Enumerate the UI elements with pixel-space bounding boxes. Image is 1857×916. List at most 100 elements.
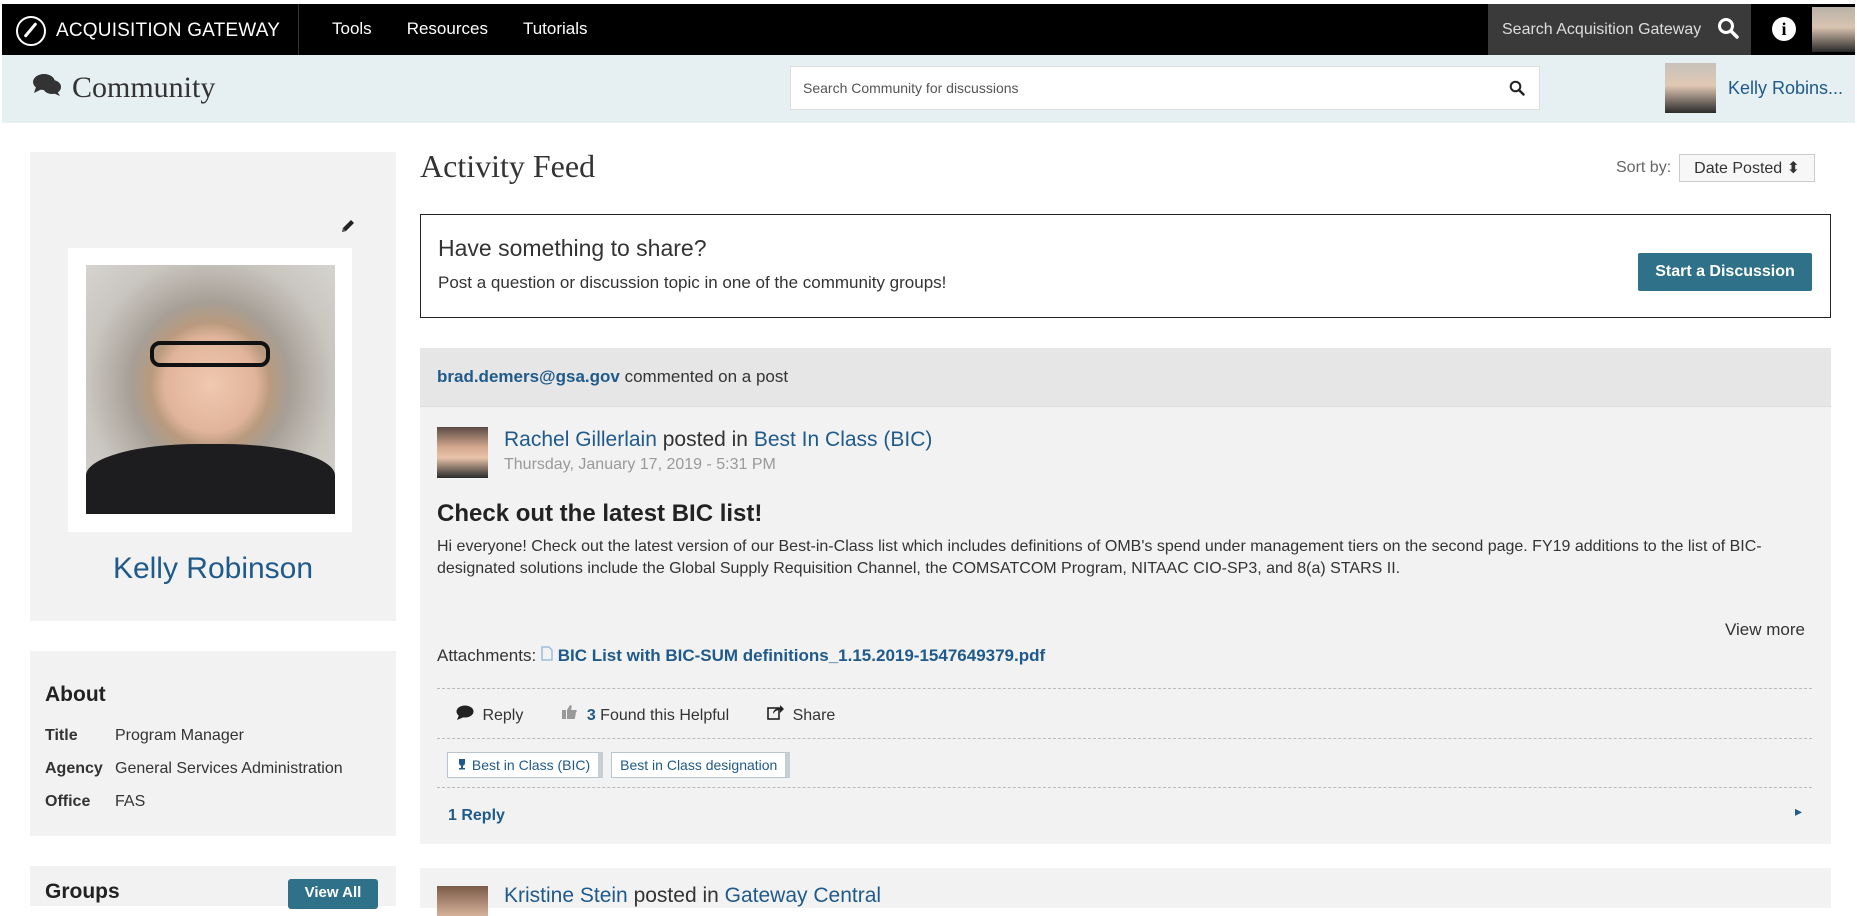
about-value: Program Manager	[115, 727, 244, 744]
tag-label: Best in Class (BIC)	[471, 757, 591, 773]
activity-feed-title: Activity Feed	[420, 148, 596, 184]
author-link[interactable]: Rachel Gillerlain	[504, 428, 657, 451]
tag-label: Best in Class designation	[620, 757, 778, 773]
view-all-groups-button[interactable]: View All	[288, 879, 378, 909]
reply-label: Reply	[482, 706, 524, 724]
group-link[interactable]: Best In Class (BIC)	[754, 428, 933, 451]
nav-tutorials[interactable]: Tutorials	[523, 19, 588, 39]
post-activity-header: brad.demers@gsa.gov commented on a post	[420, 348, 1831, 407]
about-value: General Services Administration	[115, 760, 343, 777]
reply-button[interactable]: Reply	[456, 705, 523, 725]
avatar[interactable]	[1812, 7, 1855, 52]
share-heading: Have something to share?	[438, 235, 707, 261]
avatar	[1665, 63, 1716, 113]
attachments-label: Attachments:	[437, 646, 537, 665]
post-author-line: Kristine Stein posted in Gateway Central	[504, 884, 881, 908]
about-row-office: Office FAS	[45, 793, 145, 811]
activity-user-link[interactable]: brad.demers@gsa.gov	[437, 367, 620, 386]
view-more-link[interactable]: View more	[1725, 620, 1805, 640]
tag-chip[interactable]: Best in Class (BIC)	[447, 752, 604, 778]
sort-control: Sort by: Date Posted ⬍	[1616, 154, 1816, 182]
avatar[interactable]	[437, 886, 488, 916]
about-row-agency: Agency General Services Administration	[45, 760, 343, 778]
helpful-count: 3	[586, 707, 596, 724]
attachments: Attachments: BIC List with BIC-SUM defin…	[437, 646, 1045, 666]
helpful-button[interactable]: 3 Found this Helpful	[561, 704, 729, 725]
divider	[437, 787, 1812, 788]
page-title: Community	[32, 71, 215, 105]
photo-detail	[150, 341, 270, 367]
main-nav: Tools Resources Tutorials	[332, 19, 588, 39]
search-icon[interactable]	[1509, 80, 1525, 99]
share-box: Have something to share? Post a question…	[420, 214, 1831, 318]
info-icon[interactable]: i	[1772, 17, 1796, 41]
tag-chip[interactable]: Best in Class designation	[611, 752, 791, 778]
profile-card: Kelly Robinson	[30, 152, 396, 621]
user-name: Kelly Robins...	[1728, 77, 1844, 98]
share-label: Share	[792, 707, 836, 724]
group-link[interactable]: Gateway Central	[725, 884, 881, 907]
comment-icon	[456, 705, 478, 724]
community-search-placeholder: Search Community for discussions	[803, 80, 1019, 96]
about-value: FAS	[115, 793, 146, 810]
brand-logo-link[interactable]: ACQUISITION GATEWAY	[16, 16, 280, 46]
divider	[437, 688, 1812, 689]
post-tags: Best in Class (BIC) Best in Class design…	[447, 752, 791, 778]
avatar[interactable]	[437, 427, 488, 478]
sort-select[interactable]: Date Posted ⬍	[1679, 154, 1816, 182]
groups-heading: Groups	[45, 880, 120, 903]
post-author-line: Rachel Gillerlain posted in Best In Clas…	[504, 428, 932, 452]
caret-right-icon[interactable]: ▸	[1795, 803, 1802, 820]
groups-card: Groups View All	[30, 866, 396, 909]
post-date: Thursday, January 17, 2019 - 5:31 PM	[504, 456, 776, 473]
feed-post: brad.demers@gsa.gov commented on a post …	[420, 348, 1831, 844]
sort-value: Date Posted	[1694, 160, 1783, 177]
sort-label: Sort by:	[1616, 159, 1672, 176]
share-button[interactable]: Share	[767, 704, 835, 725]
community-search-input[interactable]: Search Community for discussions	[790, 66, 1540, 110]
trophy-icon	[456, 757, 472, 773]
share-icon	[767, 705, 788, 724]
search-icon[interactable]	[1717, 17, 1739, 44]
brand-name: ACQUISITION GATEWAY	[56, 20, 281, 41]
attachment-link[interactable]: BIC List with BIC-SUM definitions_1.15.2…	[558, 646, 1045, 665]
start-discussion-button[interactable]: Start a Discussion	[1638, 253, 1812, 291]
about-label: Office	[45, 793, 91, 810]
activity-text: commented on a post	[624, 367, 789, 386]
sort-caret-icon: ⬍	[1786, 160, 1801, 177]
nav-resources[interactable]: Resources	[407, 19, 488, 39]
activity-line: brad.demers@gsa.gov commented on a post	[437, 367, 788, 387]
post-body: Hi everyone! Check out the latest versio…	[437, 538, 1762, 577]
posted-in-text: posted in	[662, 428, 748, 451]
comments-icon	[32, 71, 62, 105]
profile-photo	[86, 265, 335, 514]
post-actions: Reply 3 Found this Helpful Share	[456, 704, 835, 725]
global-search-input[interactable]: Search Acquisition Gateway	[1488, 4, 1751, 55]
share-subtext: Post a question or discussion topic in o…	[438, 273, 947, 292]
user-menu-link[interactable]: Kelly Robins...	[1665, 63, 1843, 113]
posted-in-text: posted in	[633, 884, 719, 907]
compass-icon	[16, 16, 46, 46]
feed-post: Kristine Stein posted in Gateway Central	[420, 868, 1831, 916]
pencil-icon[interactable]	[340, 218, 356, 239]
profile-photo-frame	[68, 248, 352, 532]
about-label: Agency	[45, 760, 103, 777]
post-body-truncated	[437, 604, 1827, 612]
divider	[298, 4, 299, 55]
about-card: About Title Program Manager Agency General…	[30, 651, 396, 836]
photo-detail	[86, 444, 335, 514]
post-title[interactable]: Check out the latest BIC list!	[437, 500, 762, 528]
about-heading: About	[45, 683, 106, 706]
pdf-file-icon	[541, 646, 558, 665]
about-label: Title	[45, 727, 78, 744]
global-search-placeholder: Search Acquisition Gateway	[1502, 20, 1702, 38]
nav-tools[interactable]: Tools	[332, 19, 372, 39]
about-row-title: Title Program Manager	[45, 727, 244, 745]
profile-name: Kelly Robinson	[112, 552, 314, 585]
helpful-label: Found this Helpful	[600, 707, 730, 724]
replies-toggle[interactable]: 1 Reply	[448, 807, 505, 825]
author-link[interactable]: Kristine Stein	[504, 884, 628, 907]
community-header: Community Search Community for discussio…	[2, 55, 1855, 123]
divider	[437, 738, 1812, 739]
community-title: Community	[72, 71, 216, 104]
